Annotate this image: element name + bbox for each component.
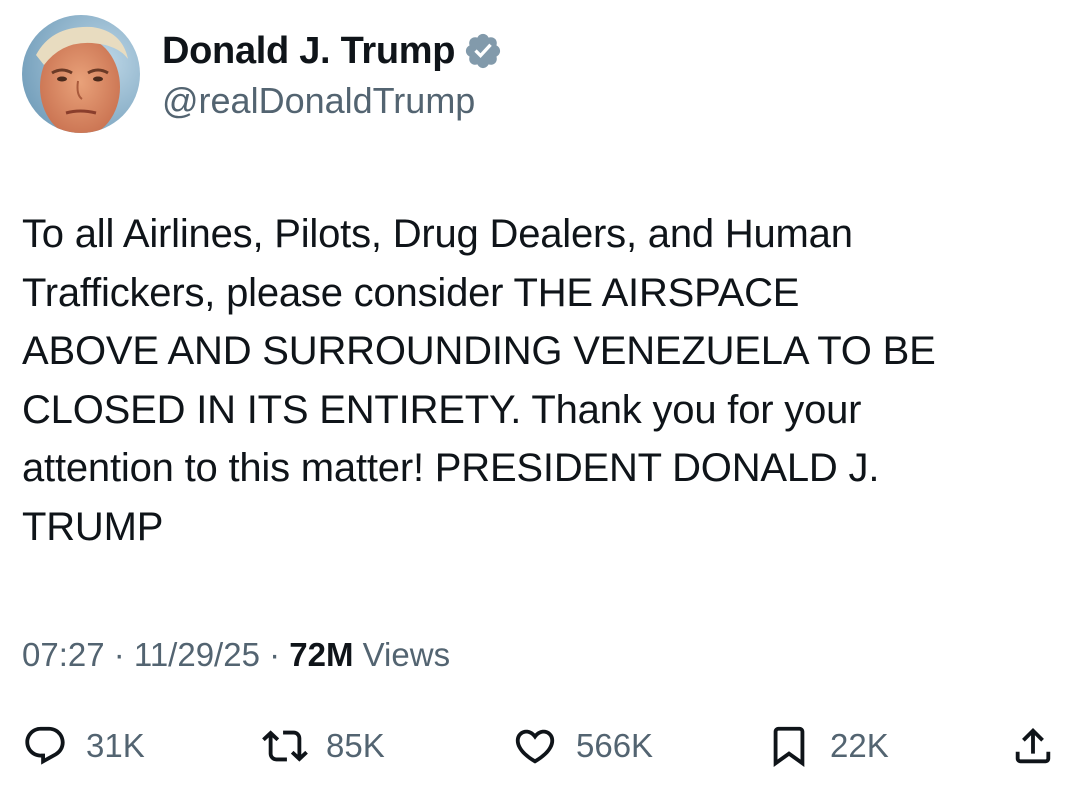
author-display-name[interactable]: Donald J. Trump bbox=[162, 30, 456, 73]
views-label: Views bbox=[353, 636, 451, 673]
like-count: 566K bbox=[576, 727, 654, 764]
tweet-date[interactable]: 11/29/25 bbox=[134, 636, 260, 674]
retweet-count: 85K bbox=[326, 727, 385, 764]
tweet-card: Donald J. Trump @realDonaldTrump To all … bbox=[0, 0, 1080, 789]
tweet-meta: 07:27 · 11/29/25 · 72M Views bbox=[22, 636, 450, 674]
avatar-image bbox=[22, 15, 140, 133]
views-count: 72M bbox=[289, 636, 354, 673]
share-button[interactable] bbox=[1010, 718, 1056, 774]
heart-icon bbox=[515, 729, 555, 764]
reply-icon bbox=[25, 726, 65, 765]
verified-badge-icon bbox=[466, 33, 501, 69]
author-handle[interactable]: @realDonaldTrump bbox=[162, 80, 475, 122]
retweet-button[interactable]: 85K bbox=[262, 718, 385, 774]
reply-button[interactable]: 31K bbox=[22, 718, 145, 774]
tweet-text: To all Airlines, Pilots, Drug Dealers, a… bbox=[22, 212, 936, 549]
reply-count: 31K bbox=[86, 727, 145, 764]
meta-separator: · bbox=[259, 636, 290, 673]
tweet-time[interactable]: 07:27 bbox=[22, 636, 105, 674]
avatar[interactable] bbox=[22, 15, 140, 133]
meta-separator: · bbox=[104, 636, 134, 673]
action-bar: 31K 85K 566K 22K bbox=[22, 718, 1062, 774]
share-icon bbox=[1015, 727, 1051, 764]
bookmark-button[interactable]: 22K bbox=[766, 718, 889, 774]
author-name-row: Donald J. Trump bbox=[162, 26, 503, 76]
like-button[interactable]: 566K bbox=[512, 718, 653, 774]
bookmark-icon bbox=[773, 726, 805, 767]
bookmark-count: 22K bbox=[830, 727, 889, 764]
retweet-icon bbox=[262, 730, 308, 762]
